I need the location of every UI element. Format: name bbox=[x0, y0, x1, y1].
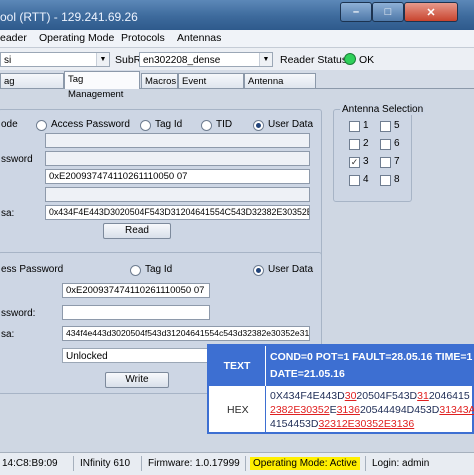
minimize-button[interactable]: – bbox=[340, 2, 372, 22]
radio-access-password-label: Access Password bbox=[51, 119, 130, 130]
tab-event-handling[interactable]: Event Handling bbox=[178, 73, 244, 102]
divider bbox=[245, 456, 246, 471]
hex-line-2: 2382E30352E313620544494D453D31343A bbox=[270, 404, 474, 416]
text-line-2: DATE=21.05.16 bbox=[270, 368, 345, 380]
antenna-6-label: 6 bbox=[394, 138, 400, 149]
subregion-value: en302208_dense bbox=[143, 55, 221, 66]
text-line-1: COND=0 POT=1 FAULT=28.05.16 TIME=1 bbox=[270, 351, 473, 363]
antenna-4-label: 4 bbox=[363, 174, 369, 185]
lock-value: Unlocked bbox=[66, 351, 108, 362]
read-data-field[interactable]: 0x434F4E443D3020504F543D31204641554C543D… bbox=[45, 205, 310, 220]
antenna-6-checkbox[interactable] bbox=[380, 139, 391, 150]
antenna-5-checkbox[interactable] bbox=[380, 121, 391, 132]
reader-status-label: Reader Status: bbox=[280, 54, 351, 66]
antenna-3-label: 3 bbox=[363, 156, 369, 167]
radio-access-password[interactable] bbox=[36, 120, 47, 131]
hex-label: HEX bbox=[227, 404, 249, 416]
antenna-8-checkbox[interactable] bbox=[380, 175, 391, 186]
tag-id-field[interactable]: 0xE200937474110261110050 07 bbox=[45, 169, 310, 184]
hex-line-1: 0X434F4E443D3020504F543D312046415 bbox=[270, 390, 470, 402]
read-button[interactable]: Read bbox=[103, 223, 171, 239]
write-data-label: sa: bbox=[1, 329, 15, 340]
subregion-select[interactable]: en302208_dense ▼ bbox=[139, 52, 273, 67]
write-button[interactable]: Write bbox=[105, 372, 169, 388]
text-label: TEXT bbox=[209, 346, 265, 386]
region-value: si bbox=[4, 55, 12, 66]
antenna-1-checkbox[interactable] bbox=[349, 121, 360, 132]
text-value-cell: COND=0 POT=1 FAULT=28.05.16 TIME=1 DATE=… bbox=[266, 346, 472, 386]
write-access-password-label: ess Password bbox=[1, 264, 64, 275]
firmware-version: Firmware: 1.0.17999 bbox=[148, 458, 240, 469]
antenna-3-checkbox[interactable]: ✓ bbox=[349, 157, 360, 168]
write-tag-id-field[interactable]: 0xE200937474110261110050 07 bbox=[62, 283, 210, 298]
mode-label: ode bbox=[1, 119, 18, 130]
status-ok-icon bbox=[344, 53, 356, 66]
chevron-down-icon: ▼ bbox=[259, 53, 272, 66]
password-field[interactable] bbox=[45, 151, 310, 166]
divider bbox=[141, 456, 142, 471]
read-group: ode Access Password Tag Id TID User Data… bbox=[0, 109, 322, 261]
tab-macros[interactable]: Macros bbox=[141, 73, 178, 88]
antenna-7-checkbox[interactable] bbox=[380, 157, 391, 168]
radio-user-data[interactable] bbox=[253, 120, 264, 131]
operating-mode-status: Operating Mode: Active bbox=[250, 457, 360, 470]
mac-address: 14:C8:B9:09 bbox=[2, 458, 58, 469]
write-radio-tag-id-label: Tag Id bbox=[145, 264, 173, 275]
menu-antennas[interactable]: Antennas bbox=[177, 32, 221, 44]
radio-tid[interactable] bbox=[201, 120, 212, 131]
lock-select[interactable]: Unlocked bbox=[62, 348, 210, 363]
antenna-7-label: 7 bbox=[394, 156, 400, 167]
write-radio-user-data-label: User Data bbox=[268, 264, 314, 275]
write-password-label: ssword: bbox=[1, 308, 36, 319]
antenna-8-label: 8 bbox=[394, 174, 400, 185]
access-password-field[interactable] bbox=[45, 133, 310, 148]
antenna-selection-group: Antenna Selection bbox=[333, 104, 426, 202]
tid-field[interactable] bbox=[45, 187, 310, 202]
data-label: sa: bbox=[1, 208, 15, 219]
antenna-4-checkbox[interactable] bbox=[349, 175, 360, 186]
password-label: ssword bbox=[1, 154, 33, 165]
menu-protocols[interactable]: Protocols bbox=[121, 32, 165, 44]
antenna-2-label: 2 bbox=[363, 138, 369, 149]
tab-tag-performance[interactable]: ag Performance bbox=[0, 73, 64, 102]
menu-bar: eader Operating Mode Protocols Antennas bbox=[0, 30, 474, 48]
tab-antenna-settings[interactable]: Antenna Settings bbox=[244, 73, 316, 102]
divider bbox=[265, 386, 266, 432]
reader-status-value: OK bbox=[359, 54, 375, 66]
toolbar: si ▼ SubRegion: en302208_dense ▼ Reader … bbox=[0, 48, 474, 70]
radio-tag-id-label: Tag Id bbox=[155, 119, 183, 130]
hex-line-3: 4154453D32312E30352E3136 bbox=[270, 418, 415, 430]
close-button[interactable]: ✕ bbox=[404, 2, 458, 22]
menu-reader[interactable]: eader bbox=[0, 32, 27, 44]
decoded-data-overlay: TEXT COND=0 POT=1 FAULT=28.05.16 TIME=1 … bbox=[207, 344, 474, 434]
reader-model: INfinity 610 bbox=[80, 458, 131, 469]
menu-operating-mode[interactable]: Operating Mode bbox=[39, 32, 114, 44]
write-radio-tag-id[interactable] bbox=[130, 265, 141, 276]
divider bbox=[73, 456, 74, 471]
title-bar: ool (RTT) - 129.241.69.26 – □ ✕ bbox=[0, 0, 474, 30]
write-password-field[interactable] bbox=[62, 305, 210, 320]
chevron-down-icon: ▼ bbox=[96, 53, 109, 66]
login-status: Login: admin bbox=[372, 458, 430, 469]
write-data-field[interactable]: 434f4e443d3020504f543d31204641554c543d32… bbox=[62, 326, 310, 341]
status-bar: 14:C8:B9:09 INfinity 610 Firmware: 1.0.1… bbox=[0, 452, 474, 475]
antenna-1-label: 1 bbox=[363, 120, 369, 131]
tab-strip: ag Performance Tag Management Macros Eve… bbox=[0, 71, 474, 102]
tab-tag-management[interactable]: Tag Management bbox=[64, 71, 140, 100]
antenna-selection-title: Antenna Selection bbox=[340, 104, 426, 115]
antenna-5-label: 5 bbox=[394, 120, 400, 131]
write-radio-user-data[interactable] bbox=[253, 265, 264, 276]
antenna-2-checkbox[interactable] bbox=[349, 139, 360, 150]
radio-tid-label: TID bbox=[216, 119, 233, 130]
maximize-button[interactable]: □ bbox=[372, 2, 404, 22]
divider bbox=[365, 456, 366, 471]
radio-user-data-label: User Data bbox=[268, 119, 314, 130]
radio-tag-id[interactable] bbox=[140, 120, 151, 131]
window-title: ool (RTT) - 129.241.69.26 bbox=[0, 10, 138, 24]
region-select[interactable]: si ▼ bbox=[0, 52, 110, 67]
